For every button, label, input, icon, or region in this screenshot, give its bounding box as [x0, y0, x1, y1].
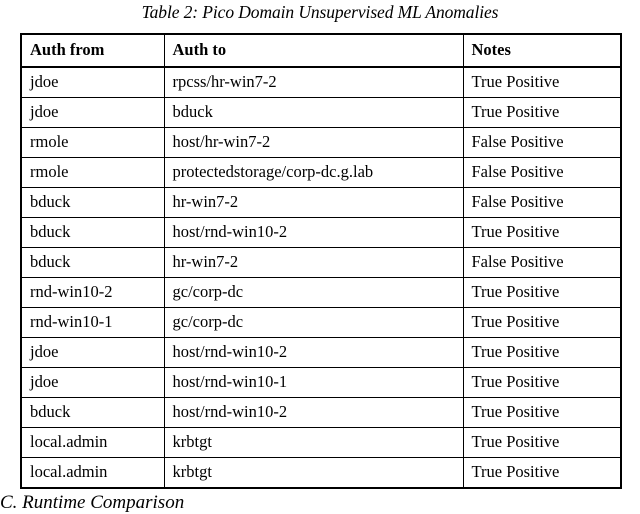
cell-auth_to: hr-win7-2	[163, 247, 464, 278]
table-row: rnd-win10-2 gc/corp-dc True Positive	[20, 277, 622, 308]
cell-notes: False Positive	[462, 127, 622, 158]
cell-auth_to: krbtgt	[163, 427, 464, 458]
cell-auth_from: jdoe	[20, 337, 165, 368]
cell-notes: True Positive	[462, 397, 622, 428]
cell-auth_from: rmole	[20, 157, 165, 188]
table-row: bduck hr-win7-2 False Positive	[20, 187, 622, 218]
cell-notes: False Positive	[462, 187, 622, 218]
cell-auth_to: hr-win7-2	[163, 187, 464, 218]
table-row: jdoe rpcss/hr-win7-2 True Positive	[20, 66, 622, 98]
cell-auth_to: krbtgt	[163, 457, 464, 489]
cell-auth_to: host/rnd-win10-2	[163, 337, 464, 368]
table-body: jdoe rpcss/hr-win7-2 True Positive jdoe bduc…	[20, 66, 622, 489]
cell-notes: True Positive	[462, 457, 622, 489]
cell-auth_to: host/rnd-win10-1	[163, 367, 464, 398]
table-row: rmole protectedstorage/corp-dc.g.lab False…	[20, 157, 622, 188]
column-header-auth-to: Auth to	[163, 33, 464, 68]
cell-notes: True Positive	[462, 427, 622, 458]
cell-auth_to: rpcss/hr-win7-2	[163, 66, 464, 98]
cell-auth_from: jdoe	[20, 97, 165, 128]
table-row: jdoe host/rnd-win10-2 True Positive	[20, 337, 622, 368]
cell-auth_from: rnd-win10-2	[20, 277, 165, 308]
cell-auth_to: host/rnd-win10-2	[163, 217, 464, 248]
cell-notes: True Positive	[462, 97, 622, 128]
anomaly-table: Auth from Auth to Notes jdoe rpcss/hr-win…	[20, 33, 622, 489]
table-row: rnd-win10-1 gc/corp-dc True Positive	[20, 307, 622, 338]
cell-auth_to: protectedstorage/corp-dc.g.lab	[163, 157, 464, 188]
cell-auth_from: local.admin	[20, 457, 165, 489]
cell-notes: True Positive	[462, 307, 622, 338]
table-row: jdoe bduck True Positive	[20, 97, 622, 128]
table-row: jdoe host/rnd-win10-1 True Positive	[20, 367, 622, 398]
cell-auth_to: host/rnd-win10-2	[163, 397, 464, 428]
cell-notes: True Positive	[462, 217, 622, 248]
cell-auth_from: jdoe	[20, 367, 165, 398]
cell-auth_from: bduck	[20, 217, 165, 248]
column-header-notes: Notes	[462, 33, 622, 68]
cell-notes: True Positive	[462, 277, 622, 308]
cell-auth_from: rmole	[20, 127, 165, 158]
cell-auth_to: gc/corp-dc	[163, 277, 464, 308]
cell-notes: True Positive	[462, 367, 622, 398]
table-header-row: Auth from Auth to Notes	[20, 33, 622, 68]
table-row: bduck host/rnd-win10-2 True Positive	[20, 217, 622, 248]
cell-auth_from: rnd-win10-1	[20, 307, 165, 338]
table-caption: Table 2: Pico Domain Unsupervised ML Ano…	[141, 2, 499, 22]
cell-auth_from: bduck	[20, 187, 165, 218]
cell-auth_to: bduck	[163, 97, 464, 128]
cell-auth_to: host/hr-win7-2	[163, 127, 464, 158]
table-row: bduck host/rnd-win10-2 True Positive	[20, 397, 622, 428]
cell-auth_from: local.admin	[20, 427, 165, 458]
next-section-heading: C. Runtime Comparison	[0, 492, 185, 513]
cell-auth_from: jdoe	[20, 66, 165, 98]
cell-auth_to: gc/corp-dc	[163, 307, 464, 338]
cell-auth_from: bduck	[20, 397, 165, 428]
column-header-auth-from: Auth from	[20, 33, 165, 68]
cell-auth_from: bduck	[20, 247, 165, 278]
table-row: local.admin krbtgt True Positive	[20, 427, 622, 458]
table-row: local.admin krbtgt True Positive	[20, 457, 622, 489]
table-row: rmole host/hr-win7-2 False Positive	[20, 127, 622, 158]
cell-notes: True Positive	[462, 337, 622, 368]
cell-notes: True Positive	[462, 66, 622, 98]
table-header: Auth from Auth to Notes	[20, 33, 622, 68]
table-row: bduck hr-win7-2 False Positive	[20, 247, 622, 278]
cell-notes: False Positive	[462, 157, 622, 188]
cell-notes: False Positive	[462, 247, 622, 278]
